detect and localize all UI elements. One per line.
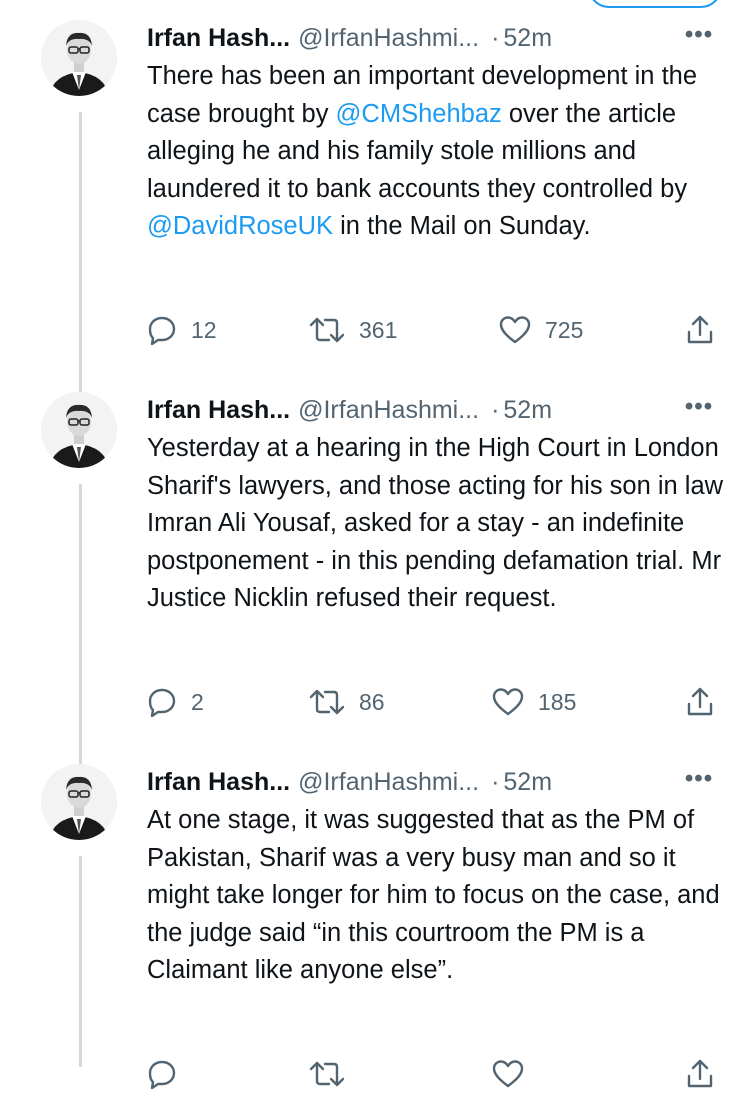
- separator-dot: ·: [491, 396, 500, 424]
- like-button[interactable]: 725: [499, 310, 583, 350]
- retweet-count: 361: [359, 317, 398, 343]
- tweet[interactable]: Irfan Hash... @IrfanHashmi... · 52m ••• The…: [0, 20, 750, 365]
- retweet-count: 86: [359, 689, 385, 715]
- heart-icon: [492, 1060, 524, 1088]
- follow-button-edge[interactable]: [588, 0, 722, 8]
- tweet[interactable]: Irfan Hash... @IrfanHashmi... · 52m ••• Yes…: [0, 392, 750, 737]
- ellipsis-icon[interactable]: •••: [680, 20, 718, 56]
- avatar[interactable]: [41, 764, 117, 840]
- reply-button[interactable]: 2: [147, 682, 204, 722]
- separator-dot: ·: [491, 24, 500, 52]
- avatar[interactable]: [41, 392, 117, 468]
- share-icon: [687, 1059, 713, 1088]
- avatar-image: [41, 392, 117, 468]
- avatar[interactable]: [41, 20, 117, 96]
- ellipsis-icon[interactable]: •••: [680, 392, 718, 428]
- mention-link[interactable]: @CMShehbaz: [336, 100, 502, 128]
- retweet-icon: [309, 317, 345, 343]
- share-icon: [687, 687, 713, 716]
- reply-icon: [148, 688, 176, 717]
- timestamp[interactable]: 52m: [503, 768, 552, 796]
- text-segment: Yesterday at a hearing in the High Court…: [147, 434, 724, 612]
- reply-icon: [148, 316, 176, 345]
- timestamp[interactable]: 52m: [503, 24, 552, 52]
- author-handle[interactable]: @IrfanHashmi...: [298, 24, 479, 52]
- tweet-actions: 2 86 185: [147, 682, 722, 722]
- author-handle[interactable]: @IrfanHashmi...: [298, 768, 479, 796]
- tweet-header: Irfan Hash... @IrfanHashmi... · 52m: [147, 392, 722, 428]
- reply-count: 12: [191, 317, 217, 343]
- share-button[interactable]: [685, 1054, 715, 1094]
- like-button[interactable]: 185: [492, 682, 576, 722]
- avatar-image: [41, 20, 117, 96]
- author-name[interactable]: Irfan Hash...: [147, 768, 290, 796]
- like-count: 185: [538, 689, 577, 715]
- mention-link[interactable]: @DavidRoseUK: [147, 212, 333, 240]
- retweet-icon: [309, 1061, 345, 1087]
- author-name[interactable]: Irfan Hash...: [147, 24, 290, 52]
- reply-button[interactable]: [147, 1054, 177, 1094]
- retweet-button[interactable]: 86: [309, 682, 385, 722]
- heart-icon: [499, 316, 531, 344]
- heart-icon: [492, 688, 524, 716]
- tweet-text: There has been an important development …: [147, 58, 727, 246]
- separator-dot: ·: [491, 768, 500, 796]
- reply-count: 2: [191, 689, 204, 715]
- like-button[interactable]: [492, 1054, 524, 1094]
- text-segment: At one stage, it was suggested that as t…: [147, 806, 720, 984]
- share-button[interactable]: [685, 310, 715, 350]
- share-button[interactable]: [685, 682, 715, 722]
- share-icon: [687, 315, 713, 344]
- timestamp[interactable]: 52m: [503, 396, 552, 424]
- tweet-text: At one stage, it was suggested that as t…: [147, 802, 727, 990]
- tweet[interactable]: Irfan Hash... @IrfanHashmi... · 52m ••• At …: [0, 764, 750, 1089]
- top-strip: [0, 0, 750, 8]
- like-count: 725: [545, 317, 584, 343]
- text-segment: in the Mail on Sunday.: [333, 212, 591, 240]
- ellipsis-icon[interactable]: •••: [680, 764, 718, 800]
- author-handle[interactable]: @IrfanHashmi...: [298, 396, 479, 424]
- tweet-actions: 12 361 725: [147, 310, 722, 350]
- retweet-button[interactable]: [309, 1054, 345, 1094]
- author-name[interactable]: Irfan Hash...: [147, 396, 290, 424]
- tweet-header: Irfan Hash... @IrfanHashmi... · 52m: [147, 764, 722, 800]
- retweet-button[interactable]: 361: [309, 310, 397, 350]
- reply-button[interactable]: 12: [147, 310, 217, 350]
- tweet-actions: [147, 1054, 722, 1094]
- reply-icon: [148, 1060, 176, 1089]
- tweet-header: Irfan Hash... @IrfanHashmi... · 52m: [147, 20, 722, 56]
- retweet-icon: [309, 689, 345, 715]
- tweet-text: Yesterday at a hearing in the High Court…: [147, 430, 727, 618]
- avatar-image: [41, 764, 117, 840]
